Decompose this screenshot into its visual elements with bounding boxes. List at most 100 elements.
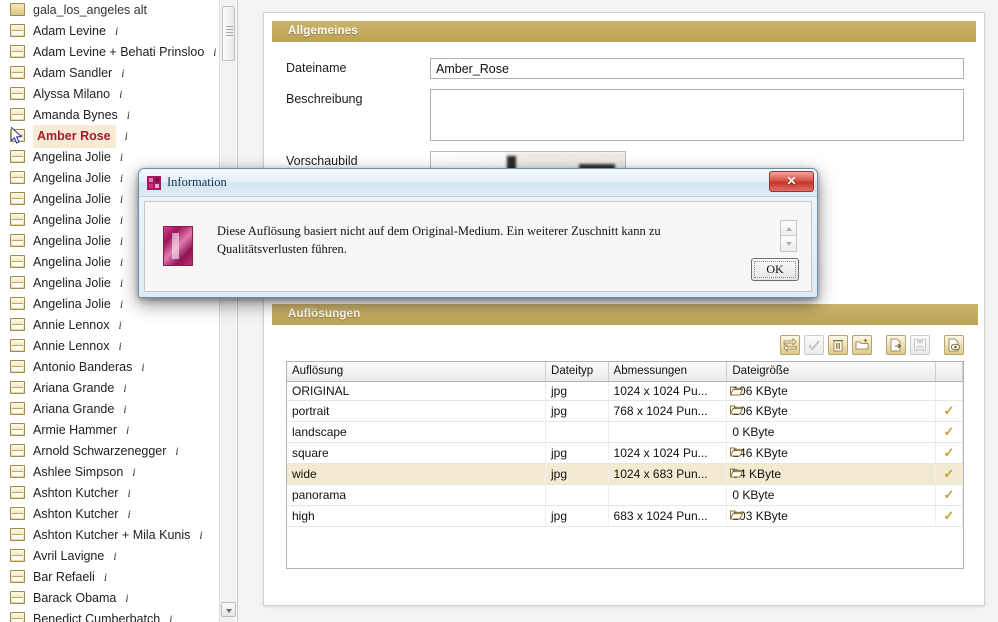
tree-item[interactable]: Bar Refaeli i	[0, 567, 222, 588]
info-icon[interactable]: i	[115, 26, 118, 38]
info-icon[interactable]: i	[120, 215, 123, 227]
column-header-resolution[interactable]: Auflösung	[287, 362, 547, 382]
export-button[interactable]	[886, 335, 906, 355]
media-folder-icon	[10, 149, 25, 166]
tree-item[interactable]: Ashton Kutcher + Mila Kunis i	[0, 525, 222, 546]
tree-item[interactable]: Alyssa Milano i	[0, 84, 222, 105]
close-icon[interactable]	[769, 171, 814, 192]
info-icon[interactable]: i	[120, 257, 123, 269]
info-icon[interactable]: i	[127, 488, 130, 500]
tree-item-label: Ariana Grande	[33, 381, 115, 395]
cell-dimensions: 683 x 1024 Pun...	[608, 505, 728, 527]
table-row[interactable]: landscape 0 KByte ✓	[287, 421, 963, 443]
table-row[interactable]: portrait jpg 768 x 1024 Pun... 106 KByte ✓	[287, 400, 963, 422]
delete-button[interactable]	[828, 335, 848, 355]
info-icon[interactable]: i	[120, 194, 123, 206]
column-header-status[interactable]	[935, 362, 963, 382]
info-icon[interactable]: i	[119, 89, 122, 101]
info-icon[interactable]: i	[132, 467, 135, 479]
info-icon[interactable]: i	[125, 593, 128, 605]
preview-button[interactable]	[944, 335, 964, 355]
info-icon[interactable]: i	[118, 341, 121, 353]
tree-item[interactable]: Armie Hammer i	[0, 420, 222, 441]
sidebar-scrollbar[interactable]	[219, 0, 236, 622]
check-icon: ✓	[943, 444, 955, 460]
tree-item[interactable]: Adam Sandler i	[0, 63, 222, 84]
info-icon[interactable]: i	[127, 110, 130, 122]
info-icon[interactable]: i	[121, 68, 124, 80]
tree-item[interactable]: Antonio Banderas i	[0, 357, 222, 378]
tree-item[interactable]: Annie Lennox i	[0, 336, 222, 357]
info-icon[interactable]: i	[120, 236, 123, 248]
dialog-titlebar[interactable]: Information	[139, 169, 817, 197]
tree-item[interactable]: Amber Rose i	[0, 125, 222, 148]
media-tree-sidebar[interactable]: gala_los_angeles alt Adam Levine i Adam Lev…	[0, 0, 238, 622]
info-icon[interactable]: i	[123, 404, 126, 416]
tree-item[interactable]: Ariana Grande i	[0, 399, 222, 420]
info-icon[interactable]: i	[199, 530, 202, 542]
tree-item[interactable]: Adam Levine i	[0, 21, 222, 42]
info-icon[interactable]: i	[120, 299, 123, 311]
tree-item[interactable]: Angelina Jolie i	[0, 147, 222, 168]
check-icon: ✓	[943, 465, 955, 481]
tree-item[interactable]: Ashton Kutcher i	[0, 483, 222, 504]
tree-item[interactable]: gala_los_angeles alt	[0, 0, 222, 21]
info-icon[interactable]: i	[141, 362, 144, 374]
info-icon[interactable]: i	[118, 320, 121, 332]
info-icon[interactable]: i	[127, 509, 130, 521]
ok-button[interactable]: OK	[751, 258, 799, 281]
tree-item-label: Adam Levine + Behati Prinsloo	[33, 45, 205, 59]
dialog-spinner[interactable]	[780, 220, 797, 252]
dialog-message: Diese Auflösung basiert nicht auf dem Or…	[217, 224, 661, 256]
tree-item-label: Benedict Cumberbatch	[33, 612, 161, 622]
info-icon[interactable]: i	[120, 173, 123, 185]
tree-item[interactable]: Benedict Cumberbatch i	[0, 609, 222, 622]
resolutions-table-container[interactable]: Auflösung Dateityp Abmessungen Dateigröß…	[286, 361, 964, 569]
description-textarea[interactable]	[430, 89, 964, 141]
tree-item[interactable]: Ashlee Simpson i	[0, 462, 222, 483]
cell-filetype	[545, 484, 609, 506]
column-header-filesize[interactable]: Dateigröße	[726, 362, 936, 382]
table-row[interactable]: high jpg 683 x 1024 Pun... 103 KByte ✓	[287, 505, 963, 527]
tree-item[interactable]: Ariana Grande i	[0, 378, 222, 399]
tree-item[interactable]: Avril Lavigne i	[0, 546, 222, 567]
info-icon[interactable]: i	[123, 383, 126, 395]
check-icon: ✓	[943, 402, 955, 418]
filename-input[interactable]	[430, 58, 964, 79]
cell-filetype: jpg	[545, 442, 609, 464]
info-icon[interactable]: i	[175, 446, 178, 458]
chevron-up-icon[interactable]	[781, 221, 796, 236]
table-row[interactable]: square jpg 1024 x 1024 Pu... 146 KByte ✓	[287, 442, 963, 464]
info-icon[interactable]: i	[213, 47, 216, 59]
info-icon[interactable]: i	[126, 425, 129, 437]
tree-item-label: gala_los_angeles alt	[33, 3, 147, 17]
media-folder-icon	[10, 44, 25, 61]
info-icon[interactable]: i	[169, 614, 172, 622]
reprocess-button[interactable]	[780, 335, 800, 355]
tree-item[interactable]: Arnold Schwarzenegger i	[0, 441, 222, 462]
table-row[interactable]: panorama 0 KByte ✓	[287, 484, 963, 506]
tree-item[interactable]: Barack Obama i	[0, 588, 222, 609]
info-icon[interactable]: i	[113, 551, 116, 563]
filename-row: Dateiname	[264, 58, 984, 79]
information-dialog[interactable]: Information Diese Auflösung basiert nich…	[138, 168, 818, 298]
tree-item[interactable]: Annie Lennox i	[0, 315, 222, 336]
scrollbar-down-arrow-icon[interactable]	[221, 602, 236, 617]
media-folder-icon	[10, 65, 25, 82]
info-icon[interactable]: i	[120, 278, 123, 290]
table-row[interactable]: wide jpg 1024 x 683 Pun... 54 KByte ✓	[287, 463, 963, 485]
table-row[interactable]: ORIGINAL jpg 1024 x 1024 Pu... 106 KByte	[287, 381, 963, 401]
info-icon[interactable]: i	[104, 572, 107, 584]
sidebar-scrollbar-thumb[interactable]	[222, 6, 235, 61]
column-header-dimensions[interactable]: Abmessungen	[608, 362, 728, 382]
info-icon[interactable]: i	[120, 152, 123, 164]
tree-item[interactable]: Amanda Bynes i	[0, 105, 222, 126]
cell-filesize: 103 KByte	[726, 505, 936, 527]
chevron-down-icon[interactable]	[781, 236, 796, 251]
column-header-filetype[interactable]: Dateityp	[545, 362, 609, 382]
tree-item[interactable]: Ashton Kutcher i	[0, 504, 222, 525]
cell-resolution: high	[287, 505, 547, 527]
tree-item[interactable]: Adam Levine + Behati Prinsloo i	[0, 42, 222, 63]
upload-button[interactable]	[852, 335, 872, 355]
info-icon[interactable]: i	[125, 131, 128, 143]
